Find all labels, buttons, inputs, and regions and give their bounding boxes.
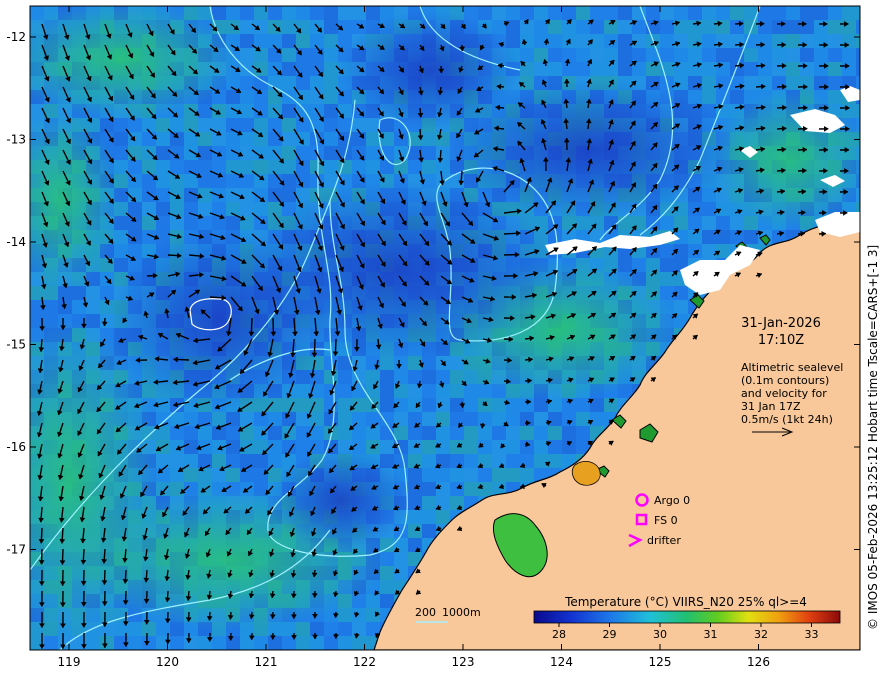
longitude-tick-label: 120 xyxy=(156,655,179,669)
altimetry-note-line: and velocity for xyxy=(741,387,827,400)
longitude-tick-label: 123 xyxy=(452,655,475,669)
colorbar-title: Temperature (°C) VIIRS_N20 25% ql>=4 xyxy=(564,595,807,609)
colorbar-tick-label: 32 xyxy=(754,628,768,641)
argo-label: Argo 0 xyxy=(654,494,690,507)
longitude-tick-label: 121 xyxy=(255,655,278,669)
altimetry-note-line: (0.1m contours) xyxy=(741,374,829,387)
latitude-tick-label: -12 xyxy=(6,30,26,44)
latitude-tick-label: -14 xyxy=(6,235,26,249)
map-panel: Argo 0 FS 0 drifter 31-Jan-2026 17:10Z A… xyxy=(30,6,860,650)
sst-map-figure: Argo 0 FS 0 drifter 31-Jan-2026 17:10Z A… xyxy=(6,5,880,669)
longitude-tick-label: 125 xyxy=(649,655,672,669)
depth-key-1000: 1000m xyxy=(442,606,481,619)
inlet-warm-spot xyxy=(571,461,601,486)
colorbar-tick-label: 31 xyxy=(704,628,718,641)
cold-eddy-north xyxy=(340,10,520,130)
altimetry-note-line: 0.5m/s (1kt 24h) xyxy=(741,413,833,426)
altimetry-note-line: 31 Jan 17Z xyxy=(741,400,801,413)
colorbar-tick-label: 28 xyxy=(552,628,566,641)
colorbar-tick-label: 29 xyxy=(603,628,617,641)
side-caption: © IMOS 05-Feb-2026 13:25:12 Hobart time … xyxy=(866,245,880,630)
temperature-colorbar: Temperature (°C) VIIRS_N20 25% ql>=4 28 2… xyxy=(533,595,841,641)
longitude-tick-label: 119 xyxy=(58,655,81,669)
latitude-tick-label: -15 xyxy=(6,338,26,352)
colorbar-tick-label: 33 xyxy=(805,628,819,641)
map-time: 17:10Z xyxy=(758,333,804,348)
map-date: 31-Jan-2026 xyxy=(741,316,821,331)
latitude-tick-label: -17 xyxy=(6,543,26,557)
fs-label: FS 0 xyxy=(654,514,678,527)
depth-key-200: 200 xyxy=(415,606,436,619)
colorbar-tick-label: 30 xyxy=(653,628,667,641)
drifter-label: drifter xyxy=(647,534,681,547)
altimetry-note-line: Altimetric sealevel xyxy=(741,361,843,374)
latitude-tick-label: -16 xyxy=(6,440,26,454)
latitude-tick-label: -13 xyxy=(6,133,26,147)
longitude-tick-label: 126 xyxy=(747,655,770,669)
longitude-tick-label: 122 xyxy=(353,655,376,669)
warm-patch-north xyxy=(30,6,240,120)
colorbar-ramp xyxy=(533,610,841,624)
longitude-tick-label: 124 xyxy=(550,655,573,669)
